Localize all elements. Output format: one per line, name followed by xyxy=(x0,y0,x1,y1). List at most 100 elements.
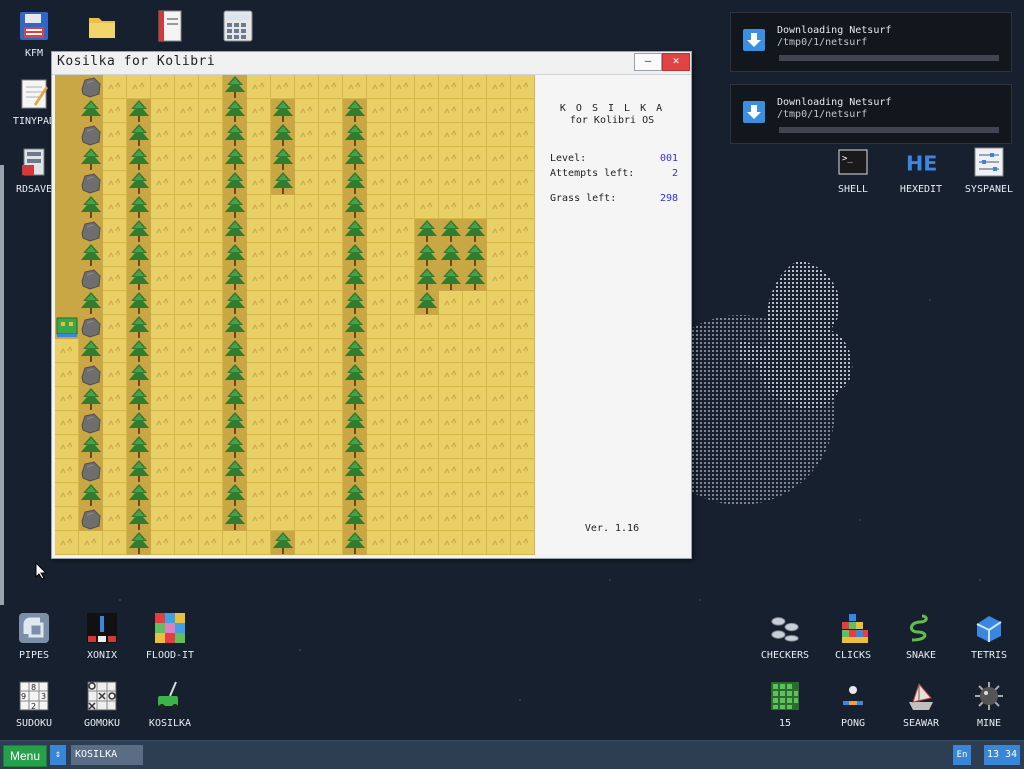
tree-icon xyxy=(79,387,103,411)
grass-tile xyxy=(199,411,223,435)
grass-tile xyxy=(295,387,319,411)
floppy-icon xyxy=(18,10,50,42)
desktop-icon-book[interactable] xyxy=(138,10,202,42)
grass-tile xyxy=(103,267,127,291)
desktop-icon-mine[interactable]: MINE xyxy=(957,680,1021,729)
tree-icon xyxy=(343,339,367,363)
taskbar-item-kosilka[interactable]: KOSILKA xyxy=(71,745,143,765)
desktop-icon-calculator[interactable] xyxy=(206,10,270,42)
desktop-icon-folder[interactable] xyxy=(70,10,134,42)
desktop-icon-tetris[interactable]: TETRIS xyxy=(957,612,1021,661)
tree-icon xyxy=(127,267,151,291)
desktop-icon-label: SHELL xyxy=(837,184,869,195)
mowed-tile xyxy=(55,99,79,123)
desktop-icon-label: XONIX xyxy=(86,650,118,661)
grass-tile xyxy=(319,171,343,195)
grass-tile xyxy=(367,147,391,171)
tree-icon xyxy=(343,387,367,411)
attempts-row: Attempts left: 2 xyxy=(550,168,678,179)
grass-tile xyxy=(415,99,439,123)
tree-icon xyxy=(127,195,151,219)
grass-tile xyxy=(247,531,271,555)
grass-tile xyxy=(103,219,127,243)
grass-tile xyxy=(367,99,391,123)
grass-tile xyxy=(367,267,391,291)
grass-tile xyxy=(151,483,175,507)
grass-tile xyxy=(487,531,511,555)
tree-icon xyxy=(127,363,151,387)
grass-tile xyxy=(271,411,295,435)
grass-tile xyxy=(151,531,175,555)
tree-icon xyxy=(439,243,463,267)
keyboard-language-indicator[interactable]: En xyxy=(953,745,971,765)
close-button[interactable]: ✕ xyxy=(662,53,690,71)
grass-tile xyxy=(511,483,535,507)
grass-tile xyxy=(295,339,319,363)
desktop-icon-kosilka[interactable]: KOSILKA xyxy=(138,680,202,729)
grass-tile xyxy=(367,75,391,99)
grass-tile xyxy=(463,531,487,555)
grass-tile xyxy=(151,411,175,435)
desktop-icon-snake[interactable]: SNAKE xyxy=(889,612,953,661)
grass-tile xyxy=(103,339,127,363)
desktop-icon-syspanel[interactable]: SYSPANEL xyxy=(957,146,1021,195)
grass-tile xyxy=(439,483,463,507)
syspanel-icon xyxy=(973,146,1005,178)
grass-tile xyxy=(391,171,415,195)
window-switch-button[interactable]: ⇕ xyxy=(50,745,66,765)
grass-tile xyxy=(511,411,535,435)
download-notification[interactable]: Downloading Netsurf /tmp0/1/netsurf xyxy=(730,12,1012,72)
grass-tile xyxy=(367,435,391,459)
tree-icon xyxy=(415,291,439,315)
desktop-icon-checkers[interactable]: CHECKERS xyxy=(753,612,817,661)
desktop-icon-label: MINE xyxy=(976,718,1002,729)
taskbar-clock[interactable]: 13 34 xyxy=(984,745,1020,765)
grass-tile xyxy=(247,483,271,507)
tree-icon xyxy=(343,267,367,291)
desktop-icon-seawar[interactable]: SEAWAR xyxy=(889,680,953,729)
grass-tile xyxy=(175,339,199,363)
rock-icon xyxy=(79,507,103,531)
grass-tile xyxy=(295,291,319,315)
tree-icon xyxy=(415,267,439,291)
grass-tile xyxy=(151,75,175,99)
window-titlebar[interactable]: Kosilka for Kolibri — ✕ xyxy=(52,52,691,75)
grass-tile xyxy=(199,267,223,291)
desktop-icon-15[interactable]: 15 xyxy=(753,680,817,729)
tree-icon xyxy=(127,435,151,459)
tree-icon xyxy=(127,483,151,507)
grass-tile xyxy=(415,339,439,363)
desktop-icon-pong[interactable]: PONG xyxy=(821,680,885,729)
desktop-icon-sudoku[interactable]: 89 32 SUDOKU xyxy=(2,680,66,729)
grass-tile xyxy=(271,339,295,363)
grass-tile xyxy=(487,291,511,315)
lawnmower-player-icon[interactable] xyxy=(55,315,79,339)
grass-tile xyxy=(391,459,415,483)
grass-tile xyxy=(487,171,511,195)
tree-icon xyxy=(223,171,247,195)
desktop-icon-flood-it[interactable]: FLOOD-IT xyxy=(138,612,202,661)
grass-tile xyxy=(103,507,127,531)
tree-icon xyxy=(127,411,151,435)
grass-tile xyxy=(439,315,463,339)
start-menu-button[interactable]: Menu xyxy=(3,745,47,767)
mowed-tile xyxy=(55,171,79,195)
game-field[interactable] xyxy=(55,75,535,555)
desktop-icon-pipes[interactable]: PIPES xyxy=(2,612,66,661)
svg-text:8: 8 xyxy=(31,683,36,692)
grass-tile xyxy=(319,195,343,219)
grass-tile xyxy=(463,339,487,363)
minimize-button[interactable]: — xyxy=(634,53,662,71)
download-notification[interactable]: Downloading Netsurf /tmp0/1/netsurf xyxy=(730,84,1012,144)
desktop-icon-shell[interactable]: >_ SHELL xyxy=(821,146,885,195)
desktop-icon-hexedit[interactable]: HE HEXEDIT xyxy=(889,146,953,195)
desktop-icon-clicks[interactable]: CLICKS xyxy=(821,612,885,661)
desktop-icon-xonix[interactable]: XONIX xyxy=(70,612,134,661)
desktop-icon-gomoku[interactable]: GOMOKU xyxy=(70,680,134,729)
grass-tile xyxy=(367,507,391,531)
grass-tile xyxy=(295,315,319,339)
grass-tile xyxy=(55,531,79,555)
grass-tile xyxy=(127,75,151,99)
mouse-cursor-icon xyxy=(35,562,48,580)
kosilka-window[interactable]: Kosilka for Kolibri — ✕ K O S I L K A fo… xyxy=(51,51,692,559)
